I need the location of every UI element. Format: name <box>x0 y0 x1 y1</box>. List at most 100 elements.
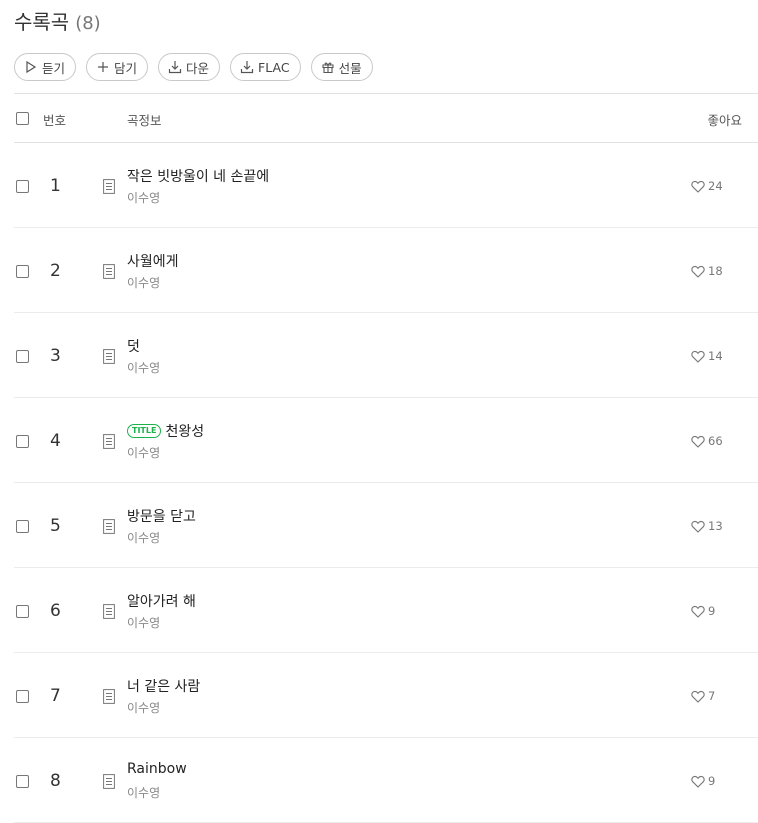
track-number: 4 <box>50 431 61 451</box>
download-icon <box>240 61 254 74</box>
track-title-text: 사월에게 <box>127 254 179 270</box>
track-number: 3 <box>50 346 61 366</box>
track-number: 8 <box>50 771 61 791</box>
track-checkbox[interactable] <box>16 180 29 193</box>
add-to-playlist-button[interactable]: 담기 <box>86 53 149 81</box>
gift-button[interactable]: 선물 <box>310 53 373 81</box>
download-label: 다운 <box>186 60 210 76</box>
track-artist[interactable]: 이수영 <box>127 189 160 206</box>
like-count: 9 <box>708 774 716 788</box>
track-title-text: Rainbow <box>127 761 187 777</box>
track-title-text: 덧 <box>127 339 140 355</box>
heart-icon <box>691 350 705 363</box>
like-button[interactable]: 24 <box>691 179 723 193</box>
like-button[interactable]: 7 <box>691 689 715 703</box>
track-artist[interactable]: 이수영 <box>127 699 160 716</box>
track-row: 4 TITLE 천왕성 이수영 66 <box>14 398 758 483</box>
download-button[interactable]: 다운 <box>158 53 221 81</box>
add-label: 담기 <box>114 60 138 76</box>
track-title[interactable]: 작은 빗방울이 네 손끝에 <box>127 166 269 186</box>
like-button[interactable]: 9 <box>691 774 715 788</box>
play-button[interactable]: 듣기 <box>14 53 77 81</box>
flac-label: FLAC <box>258 59 290 75</box>
track-title[interactable]: 너 같은 사람 <box>127 676 200 696</box>
track-title-text: 알아가려 해 <box>127 594 196 610</box>
track-title[interactable]: 방문을 닫고 <box>127 506 196 526</box>
track-title[interactable]: TITLE 천왕성 <box>127 421 204 441</box>
track-row: 7 너 같은 사람 이수영 7 <box>14 653 758 738</box>
heart-icon <box>691 180 705 193</box>
plus-icon <box>98 62 109 72</box>
song-info-icon[interactable] <box>103 349 115 364</box>
heart-icon <box>691 435 705 448</box>
track-row: 2 사월에게 이수영 18 <box>14 228 758 313</box>
track-count: (8) <box>75 13 101 34</box>
track-artist[interactable]: 이수영 <box>127 529 160 546</box>
play-icon <box>26 60 37 74</box>
track-row: 5 방문을 닫고 이수영 13 <box>14 483 758 568</box>
track-title-text: 방문을 닫고 <box>127 509 196 525</box>
title-track-badge: TITLE <box>127 424 162 438</box>
like-count: 13 <box>708 519 723 533</box>
like-button[interactable]: 9 <box>691 604 715 618</box>
play-label: 듣기 <box>42 60 66 76</box>
like-count: 24 <box>708 179 723 193</box>
gift-icon <box>322 62 334 74</box>
like-button[interactable]: 18 <box>691 264 723 278</box>
track-title[interactable]: 알아가려 해 <box>127 591 196 611</box>
track-checkbox[interactable] <box>16 435 29 448</box>
like-button[interactable]: 13 <box>691 519 723 533</box>
song-info-icon[interactable] <box>103 689 115 704</box>
download-icon <box>168 61 182 74</box>
track-number: 7 <box>50 686 61 706</box>
track-title[interactable]: Rainbow <box>127 761 187 777</box>
flac-download-button[interactable]: FLAC <box>230 53 301 81</box>
column-header-number: 번호 <box>43 113 67 128</box>
like-button[interactable]: 66 <box>691 434 723 448</box>
track-list: 1 작은 빗방울이 네 손끝에 이수영 24 2 사월에게 이수영 18 3 덧… <box>14 143 758 823</box>
track-title[interactable]: 덧 <box>127 336 140 356</box>
track-row: 1 작은 빗방울이 네 손끝에 이수영 24 <box>14 143 758 228</box>
section-title: 수록곡 <box>14 10 70 34</box>
song-info-icon[interactable] <box>103 434 115 449</box>
like-count: 9 <box>708 604 716 618</box>
column-header-like: 좋아요 <box>707 113 742 128</box>
action-toolbar: 듣기 담기 다운 FLAC 선물 <box>14 53 373 81</box>
track-artist[interactable]: 이수영 <box>127 614 160 631</box>
track-artist[interactable]: 이수영 <box>127 359 160 376</box>
track-checkbox[interactable] <box>16 775 29 788</box>
track-checkbox[interactable] <box>16 265 29 278</box>
select-all-checkbox[interactable] <box>16 112 29 125</box>
song-info-icon[interactable] <box>103 179 115 194</box>
song-info-icon[interactable] <box>103 519 115 534</box>
song-info-icon[interactable] <box>103 604 115 619</box>
section-header: 수록곡 (8) <box>14 6 101 36</box>
track-row: 3 덧 이수영 14 <box>14 313 758 398</box>
heart-icon <box>691 775 705 788</box>
track-checkbox[interactable] <box>16 520 29 533</box>
track-row: 8 Rainbow 이수영 9 <box>14 738 758 823</box>
like-count: 14 <box>708 349 723 363</box>
track-title-text: 작은 빗방울이 네 손끝에 <box>127 169 270 185</box>
track-checkbox[interactable] <box>16 350 29 363</box>
column-header-info: 곡정보 <box>127 113 162 128</box>
track-checkbox[interactable] <box>16 605 29 618</box>
heart-icon <box>691 690 705 703</box>
track-checkbox[interactable] <box>16 690 29 703</box>
like-button[interactable]: 14 <box>691 349 723 363</box>
song-info-icon[interactable] <box>103 264 115 279</box>
track-title[interactable]: 사월에게 <box>127 251 179 271</box>
track-title-text: 너 같은 사람 <box>127 679 201 695</box>
track-number: 6 <box>50 601 61 621</box>
heart-icon <box>691 265 705 278</box>
track-artist[interactable]: 이수영 <box>127 784 160 801</box>
track-row: 6 알아가려 해 이수영 9 <box>14 568 758 653</box>
heart-icon <box>691 520 705 533</box>
like-count: 18 <box>708 264 723 278</box>
heart-icon <box>691 605 705 618</box>
track-artist[interactable]: 이수영 <box>127 444 160 461</box>
track-artist[interactable]: 이수영 <box>127 274 160 291</box>
table-header: 번호 곡정보 좋아요 <box>14 93 758 143</box>
gift-label: 선물 <box>338 60 362 76</box>
song-info-icon[interactable] <box>103 774 115 789</box>
